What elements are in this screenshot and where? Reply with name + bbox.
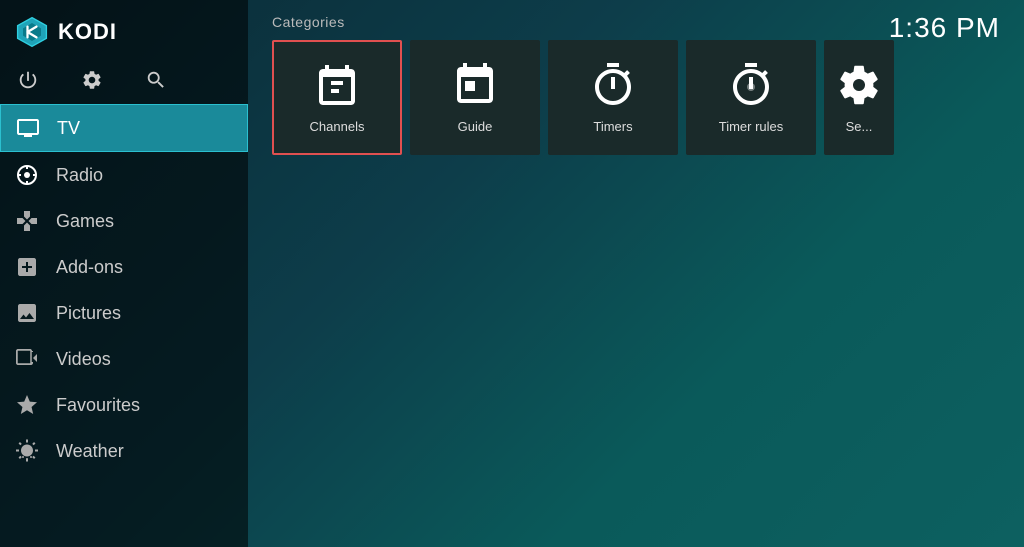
clock-display: 1:36 PM <box>889 12 1000 44</box>
category-card-timer-rules[interactable]: Timer rules <box>686 40 816 155</box>
sidebar-nav: TV Radio Games <box>0 104 248 547</box>
kodi-logo-icon <box>14 14 50 50</box>
tv-icon <box>15 115 41 141</box>
channels-icon <box>313 61 361 109</box>
timer-rules-icon <box>727 61 775 109</box>
search-category-label: Se... <box>846 119 873 134</box>
sidebar-item-videos[interactable]: Videos <box>0 336 248 382</box>
timers-icon <box>589 61 637 109</box>
sidebar-toolbar <box>0 60 248 104</box>
sidebar-item-games[interactable]: Games <box>0 198 248 244</box>
addons-icon <box>14 254 40 280</box>
sidebar-item-favourites[interactable]: Favourites <box>0 382 248 428</box>
search-button[interactable] <box>142 66 170 94</box>
category-card-timers[interactable]: Timers <box>548 40 678 155</box>
sidebar-item-videos-label: Videos <box>56 349 111 370</box>
channels-label: Channels <box>310 119 365 134</box>
app-title: KODI <box>58 19 117 45</box>
sidebar-item-games-label: Games <box>56 211 114 232</box>
sidebar-item-weather[interactable]: Weather <box>0 428 248 474</box>
sidebar-item-radio-label: Radio <box>56 165 103 186</box>
sidebar-item-pictures-label: Pictures <box>56 303 121 324</box>
category-card-guide[interactable]: Guide <box>410 40 540 155</box>
weather-icon <box>14 438 40 464</box>
timers-label: Timers <box>593 119 632 134</box>
category-cards: Channels Guide Timers <box>248 40 1024 155</box>
main-content: 1:36 PM Categories Channels Guide <box>248 0 1024 547</box>
guide-icon <box>451 61 499 109</box>
pictures-icon <box>14 300 40 326</box>
timer-rules-label: Timer rules <box>719 119 784 134</box>
sidebar: KODI TV <box>0 0 248 547</box>
videos-icon <box>14 346 40 372</box>
sidebar-item-addons[interactable]: Add-ons <box>0 244 248 290</box>
games-icon <box>14 208 40 234</box>
settings-button[interactable] <box>78 66 106 94</box>
favourites-icon <box>14 392 40 418</box>
sidebar-item-tv[interactable]: TV <box>0 104 248 152</box>
sidebar-item-radio[interactable]: Radio <box>0 152 248 198</box>
power-button[interactable] <box>14 66 42 94</box>
category-card-channels[interactable]: Channels <box>272 40 402 155</box>
sidebar-item-weather-label: Weather <box>56 441 124 462</box>
category-card-search[interactable]: Se... <box>824 40 894 155</box>
search-category-icon <box>835 61 883 109</box>
sidebar-item-addons-label: Add-ons <box>56 257 123 278</box>
sidebar-item-tv-label: TV <box>57 118 80 139</box>
guide-label: Guide <box>458 119 493 134</box>
app-header: KODI <box>0 0 248 60</box>
radio-icon <box>14 162 40 188</box>
sidebar-item-favourites-label: Favourites <box>56 395 140 416</box>
sidebar-item-pictures[interactable]: Pictures <box>0 290 248 336</box>
